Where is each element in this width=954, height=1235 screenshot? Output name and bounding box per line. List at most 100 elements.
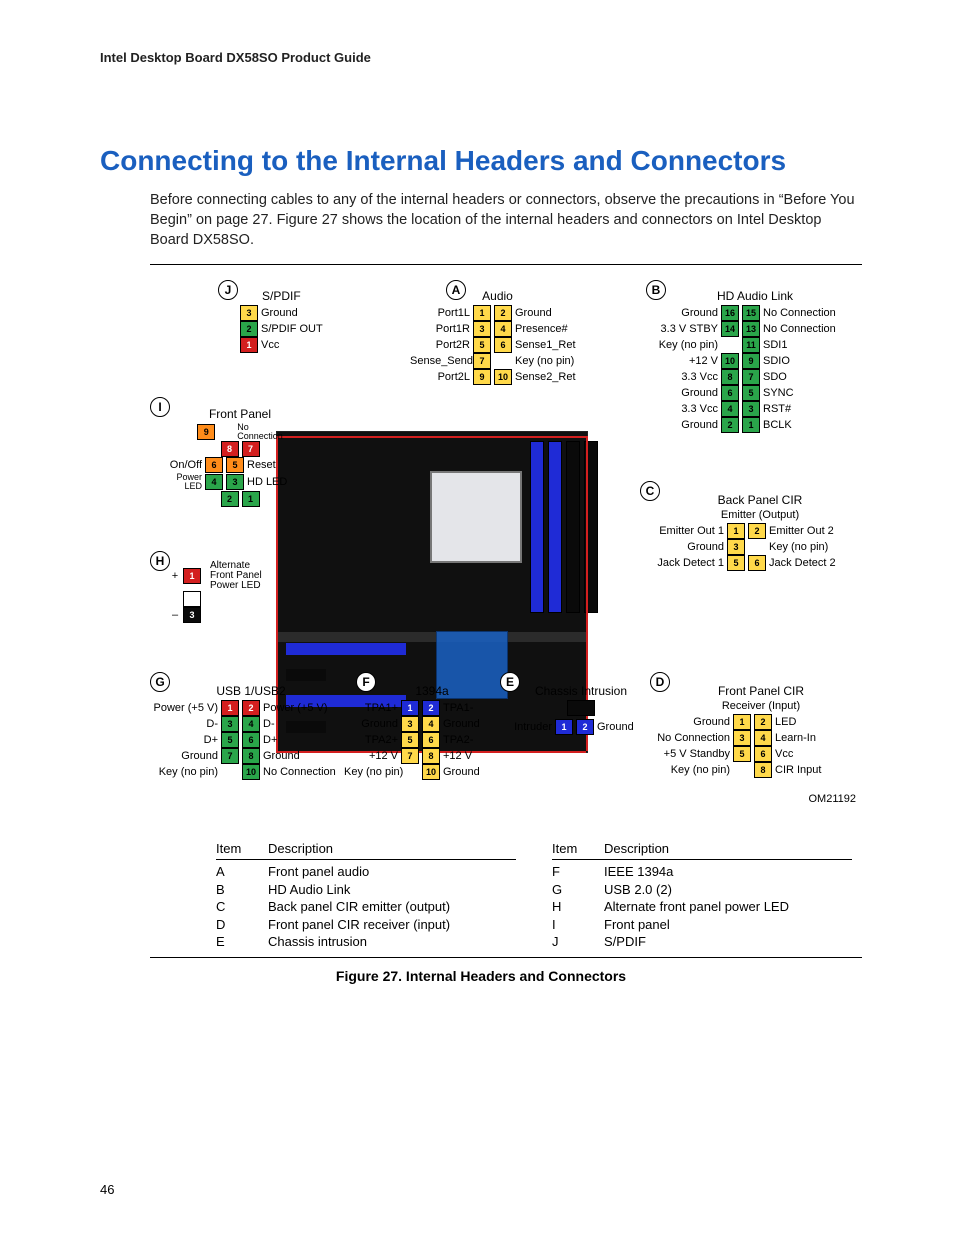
pin-label: Ground: [146, 749, 218, 763]
pin: 2: [240, 321, 258, 337]
pin-label: Ground: [443, 765, 493, 779]
header-title: Audio: [410, 289, 585, 303]
pin-label: Presence#: [515, 322, 585, 336]
legend-row: DFront panel CIR receiver (input): [216, 916, 516, 934]
figure-code: OM21192: [809, 793, 857, 805]
pin-label: Reset: [247, 458, 289, 472]
figure-legend: ItemDescription AFront panel audioBHD Au…: [216, 841, 852, 951]
pin: 3: [742, 401, 760, 417]
pin-label: BCLK: [763, 418, 835, 432]
page-number: 46: [100, 1182, 114, 1197]
header-G-usb: USB 1/USB2 Power (+5 V)12Power (+5 V)D-3…: [146, 684, 356, 780]
pin-label: Sense1_Ret: [515, 338, 585, 352]
pin: 1: [727, 523, 745, 539]
pin-empty: [183, 591, 201, 607]
pin-label: Ground: [650, 540, 724, 554]
pin: 2: [242, 700, 260, 716]
pin-label: Ground: [650, 306, 718, 320]
pin: 7: [401, 748, 419, 764]
pin: 8: [221, 441, 239, 457]
pin-label: SDIO: [763, 354, 835, 368]
pin: 6: [721, 385, 739, 401]
pin: 6: [205, 457, 223, 473]
header-title: S/PDIF: [240, 289, 323, 303]
pin-label: On/Off: [160, 458, 202, 472]
pin: 2: [221, 491, 239, 507]
pin: 1: [555, 719, 573, 735]
pin-label: TPA2-: [443, 733, 493, 747]
pin-label: Vcc: [775, 747, 833, 761]
header-title: Chassis Intrusion: [506, 684, 656, 698]
pin: 1: [473, 305, 491, 321]
pin: 5: [473, 337, 491, 353]
pin: 5: [742, 385, 760, 401]
pin: 4: [242, 716, 260, 732]
figure-caption: Figure 27. Internal Headers and Connecto…: [100, 968, 862, 984]
header-H-alt-power-led: +1 AlternateFront PanelPower LED –3: [170, 561, 262, 623]
pin-label: No Connection: [763, 322, 835, 336]
pin-label: Port1R: [410, 322, 470, 336]
pin: 10: [721, 353, 739, 369]
legend-row: IFront panel: [552, 916, 852, 934]
legend-head-item: Item: [216, 841, 250, 856]
legend-row: HAlternate front panel power LED: [552, 898, 852, 916]
pin: 3: [401, 716, 419, 732]
pin: 8: [721, 369, 739, 385]
pin-label: 3.3 Vcc: [650, 370, 718, 384]
pin-label: Power (+5 V): [146, 701, 218, 715]
pin-label: SDI1: [763, 338, 835, 352]
pin-label: Ground: [443, 717, 493, 731]
pin-label: Ground: [650, 386, 718, 400]
legend-head-desc: Description: [604, 841, 669, 856]
pin-label: No Connection: [648, 731, 730, 745]
pin: 5: [221, 732, 239, 748]
pin: 3: [733, 730, 751, 746]
pin: 3: [221, 716, 239, 732]
pin: 5: [733, 746, 751, 762]
pin-label: Jack Detect 1: [650, 556, 724, 570]
pin-label: Port1L: [410, 306, 470, 320]
pin-label: Ground: [515, 306, 585, 320]
pin: 9: [473, 369, 491, 385]
pin-label: Vcc: [261, 338, 279, 352]
pin: 13: [742, 321, 760, 337]
pin-label: +12 V: [650, 354, 718, 368]
pin: 10: [494, 369, 512, 385]
pin-label: Ground: [650, 418, 718, 432]
pin: 3: [226, 474, 244, 490]
header-D-front-panel-cir-receiver: Front Panel CIR Receiver (Input) Ground1…: [648, 684, 874, 778]
header-title: USB 1/USB2: [146, 684, 356, 698]
pin-label: Emitter Out 2: [769, 524, 847, 538]
pin-label: Ground: [597, 720, 643, 734]
pin: 9: [197, 424, 215, 440]
pin: 3: [183, 607, 201, 623]
header-title: Back Panel CIR: [650, 493, 870, 507]
pin: 2: [754, 714, 772, 730]
pin: 5: [401, 732, 419, 748]
pin: 4: [721, 401, 739, 417]
pci-slot: [286, 669, 326, 681]
callout-line: [276, 436, 586, 438]
pin: 10: [242, 764, 260, 780]
pin: 14: [721, 321, 739, 337]
pin-label: D+: [263, 733, 341, 747]
pin-label: Key (no pin): [515, 354, 585, 368]
pin: 2: [748, 523, 766, 539]
pin: 3: [473, 321, 491, 337]
pin-label: Sense_Send: [410, 354, 470, 368]
pin: 5: [226, 457, 244, 473]
pin: 1: [242, 491, 260, 507]
pin-label: Ground: [261, 306, 298, 320]
legend-head-desc: Description: [268, 841, 333, 856]
header-C-back-panel-cir-emitter: Back Panel CIR Emitter (Output) Emitter …: [650, 493, 870, 571]
pin-label: 3.3 V STBY: [650, 322, 718, 336]
legend-row: BHD Audio Link: [216, 881, 516, 899]
page-title: Connecting to the Internal Headers and C…: [100, 143, 862, 178]
pin-label: Jack Detect 2: [769, 556, 847, 570]
pin: 1: [401, 700, 419, 716]
pin: 8: [422, 748, 440, 764]
pin-label: No Connection: [263, 765, 341, 779]
pin-label: PowerLED: [160, 473, 202, 491]
pcie-slot: [286, 643, 406, 655]
pin-label: Key (no pin): [650, 338, 718, 352]
